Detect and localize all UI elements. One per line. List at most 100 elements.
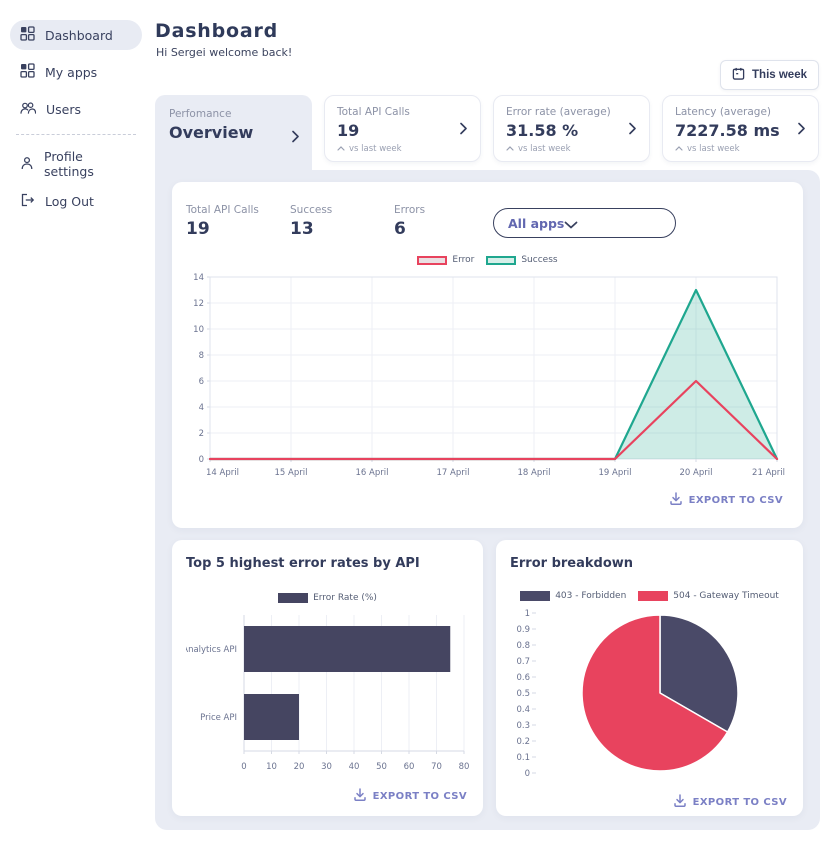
tab-error-rate[interactable]: Error rate (average) 31.58 % vs last wee… — [493, 95, 650, 162]
svg-text:0.2: 0.2 — [516, 737, 530, 747]
stat-value: 6 — [394, 219, 498, 239]
error-breakdown-card: Error breakdown 403 - Forbidden 504 - Gat… — [496, 540, 803, 816]
legend-label: 504 - Gateway Timeout — [673, 591, 779, 601]
legend-swatch — [638, 591, 668, 601]
svg-text:0.9: 0.9 — [516, 625, 530, 635]
tab-trend-label: vs last week — [687, 144, 740, 154]
svg-text:20: 20 — [294, 762, 305, 772]
svg-text:14 April: 14 April — [206, 468, 239, 478]
tab-trend: vs last week — [337, 144, 468, 154]
svg-text:0.6: 0.6 — [516, 673, 530, 683]
chevron-right-icon — [629, 119, 636, 138]
legend-item[interactable]: Error Rate (%) — [278, 593, 377, 603]
legend-item[interactable]: 403 - Forbidden — [520, 591, 626, 601]
svg-text:21 April: 21 April — [752, 468, 785, 478]
content-panel: Total API Calls 19 Success 13 Errors 6 A… — [155, 170, 820, 830]
svg-text:10: 10 — [193, 325, 204, 335]
chevron-right-icon — [292, 128, 299, 147]
sidebar-divider — [16, 134, 136, 135]
stat-label: Total API Calls — [186, 204, 290, 216]
tab-total-api-calls[interactable]: Total API Calls 19 vs last week — [324, 95, 481, 162]
stat-label: Errors — [394, 204, 498, 216]
tab-value: Overview — [169, 123, 298, 142]
legend-label: Success — [521, 255, 557, 265]
tab-performance-overview[interactable]: Perfomance Overview — [155, 95, 312, 170]
svg-text:80: 80 — [459, 762, 469, 772]
svg-text:70: 70 — [431, 762, 442, 772]
pie-chart-legend: 403 - Forbidden 504 - Gateway Timeout — [496, 591, 803, 601]
sidebar-item-users[interactable]: Users — [10, 94, 142, 124]
tab-label: Latency (average) — [675, 106, 806, 118]
tab-trend: vs last week — [675, 144, 806, 154]
legend-label: Error Rate (%) — [313, 593, 377, 603]
svg-text:0: 0 — [241, 762, 246, 772]
tab-trend-label: vs last week — [518, 144, 571, 154]
pie-chart-svg: 00.10.20.30.40.50.60.70.80.91 — [510, 605, 789, 783]
legend-swatch — [520, 591, 550, 601]
period-selector-label: This week — [752, 69, 807, 81]
svg-text:15 April: 15 April — [275, 468, 308, 478]
sidebar-item-log-out[interactable]: Log Out — [10, 186, 142, 216]
chevron-up-icon — [506, 144, 514, 154]
sidebar-item-label: My apps — [45, 65, 97, 80]
svg-text:16 April: 16 April — [356, 468, 389, 478]
page-subtitle: Hi Sergei welcome back! — [156, 46, 292, 59]
stat-value: 13 — [290, 219, 394, 239]
tab-label: Perfomance — [169, 108, 298, 120]
download-icon — [353, 788, 367, 804]
error-breakdown-title: Error breakdown — [496, 540, 803, 571]
stat-total-api-calls: Total API Calls 19 — [186, 204, 290, 239]
svg-text:60: 60 — [404, 762, 415, 772]
stat-value: 19 — [186, 219, 290, 239]
tab-trend: vs last week — [506, 144, 637, 154]
export-csv-label: EXPORT TO CSV — [693, 797, 787, 808]
svg-text:10: 10 — [266, 762, 277, 772]
stats-row: Total API Calls 19 Success 13 Errors 6 A… — [172, 182, 803, 239]
page-title: Dashboard — [155, 20, 278, 42]
export-csv-label: EXPORT TO CSV — [689, 495, 783, 506]
apps-filter-dropdown[interactable]: All apps — [493, 208, 676, 238]
legend-swatch — [486, 256, 516, 265]
period-selector-button[interactable]: This week — [720, 60, 819, 90]
legend-item[interactable]: Success — [486, 255, 557, 265]
legend-swatch — [417, 256, 447, 265]
stat-success: Success 13 — [290, 204, 394, 239]
tab-value: 7227.58 ms — [675, 121, 806, 140]
export-csv-button-bar[interactable]: EXPORT TO CSV — [172, 788, 483, 804]
svg-text:30: 30 — [321, 762, 332, 772]
legend-label: Error — [452, 255, 474, 265]
sidebar: Dashboard My apps Users Profile settings — [0, 0, 152, 223]
stat-label: Success — [290, 204, 394, 216]
legend-item[interactable]: 504 - Gateway Timeout — [638, 591, 779, 601]
sidebar-item-label: Profile settings — [44, 149, 132, 179]
sidebar-item-label: Log Out — [45, 194, 94, 209]
legend-item[interactable]: Error — [417, 255, 474, 265]
bar-chart-legend: Error Rate (%) — [172, 593, 483, 603]
download-icon — [673, 794, 687, 810]
svg-text:14: 14 — [193, 273, 204, 283]
sidebar-item-dashboard[interactable]: Dashboard — [10, 20, 142, 50]
sidebar-item-my-apps[interactable]: My apps — [10, 57, 142, 87]
svg-text:19 April: 19 April — [599, 468, 632, 478]
export-csv-button-pie[interactable]: EXPORT TO CSV — [496, 794, 803, 810]
users-icon — [20, 101, 36, 118]
svg-text:0.5: 0.5 — [516, 689, 530, 699]
tab-label: Error rate (average) — [506, 106, 637, 118]
svg-text:4: 4 — [199, 403, 204, 413]
tab-latency[interactable]: Latency (average) 7227.58 ms vs last wee… — [662, 95, 819, 162]
logout-icon — [20, 193, 35, 210]
chevron-right-icon — [460, 119, 467, 138]
sidebar-item-profile-settings[interactable]: Profile settings — [10, 149, 142, 179]
tab-value: 19 — [337, 121, 468, 140]
stat-errors: Errors 6 — [394, 204, 498, 239]
kpi-tabs: Perfomance Overview Total API Calls 19 v… — [155, 95, 820, 170]
export-csv-label: EXPORT TO CSV — [373, 791, 467, 802]
svg-text:1: 1 — [525, 609, 530, 619]
export-csv-button-main[interactable]: EXPORT TO CSV — [172, 492, 803, 508]
calendar-icon — [732, 67, 745, 83]
svg-text:0.8: 0.8 — [516, 641, 530, 651]
svg-text:20 April: 20 April — [680, 468, 713, 478]
dashboard-app: Dashboard My apps Users Profile settings — [0, 0, 834, 846]
bar-chart: 01020304050607080Analytics APIPrice API — [186, 607, 469, 781]
svg-text:0.1: 0.1 — [516, 753, 530, 763]
